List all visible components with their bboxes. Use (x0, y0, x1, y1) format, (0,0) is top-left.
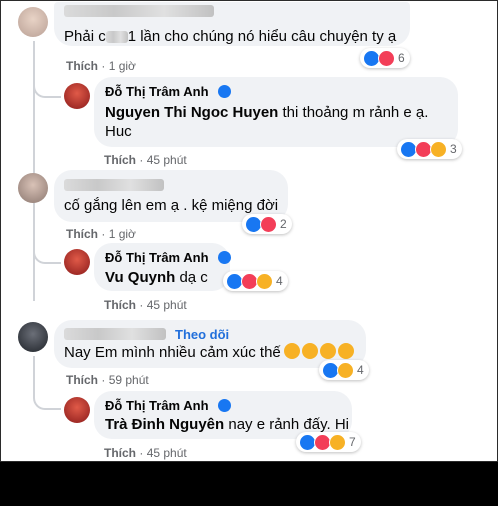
heart-icon (260, 215, 277, 233)
like-link[interactable]: Thích (104, 446, 136, 460)
timestamp[interactable]: 1 giờ (109, 227, 136, 241)
haha-icon (430, 140, 447, 158)
crying-emoji-icon (338, 343, 354, 359)
thinking-emoji-icon (302, 343, 318, 359)
like-link[interactable]: Thích (104, 153, 136, 167)
mention-link[interactable]: Nguyen Thi Ngoc Huyen (105, 104, 278, 121)
mention-link[interactable]: Trà Đinh Nguyên (105, 416, 224, 433)
follow-button[interactable]: Theo dõi (175, 327, 229, 342)
blurred-word (105, 31, 128, 44)
timestamp[interactable]: 45 phút (147, 153, 187, 167)
comment-meta: Thích · 1 giờ (66, 227, 136, 241)
sad-icon (337, 361, 354, 379)
thread-connector (33, 383, 61, 410)
timestamp[interactable]: 59 phút (109, 373, 149, 387)
inline-emojis (284, 343, 354, 359)
like-link[interactable]: Thích (66, 59, 98, 73)
verified-icon (218, 399, 231, 412)
author-name-blurred[interactable] (64, 328, 166, 340)
comment-text: Nguyen Thi Ngoc Huyen thi thoảng m rảnh … (105, 104, 429, 121)
comment-text-line2: Huc (105, 123, 132, 140)
avatar[interactable] (18, 7, 48, 37)
thread-connector (33, 237, 61, 264)
comment-thread: Phải c1 lần cho chúng nó hiểu câu chuyện… (0, 0, 498, 462)
comment-text: Trà Đinh Nguyên nay e rảnh đấy. Hi (105, 416, 349, 433)
comment-text: cố gắng lên em ạ . kệ miệng đời (64, 197, 279, 214)
reaction-count: 4 (357, 363, 364, 377)
heart-icon (378, 49, 395, 67)
reaction-summary[interactable]: 2 (242, 214, 292, 234)
reaction-count: 4 (276, 274, 283, 288)
comment-meta: Thích · 45 phút (104, 446, 187, 460)
comment-text: Nay Em mình nhiều cảm xúc thế (64, 344, 281, 361)
haha-icon (256, 272, 273, 290)
black-bar (0, 462, 498, 506)
timestamp[interactable]: 45 phút (147, 298, 187, 312)
like-link[interactable]: Thích (104, 298, 136, 312)
reaction-summary[interactable]: 4 (319, 360, 369, 380)
verified-icon (218, 251, 231, 264)
like-link[interactable]: Thích (66, 373, 98, 387)
comment-text: Vu Quynh dạ c (105, 269, 208, 286)
author-name[interactable]: Đỗ Thị Trâm Anh (105, 84, 209, 99)
reaction-count: 2 (280, 217, 287, 231)
comment-meta: Thích · 1 giờ (66, 59, 136, 73)
author-name-blurred[interactable] (64, 179, 164, 191)
avatar[interactable] (18, 173, 48, 203)
reaction-summary[interactable]: 4 (223, 271, 288, 291)
timestamp[interactable]: 45 phút (147, 446, 187, 460)
comment-text: Phải c1 lần cho chúng nó hiểu câu chuyện… (64, 28, 397, 45)
mention-link[interactable]: Vu Quynh (105, 269, 175, 286)
reaction-count: 3 (450, 142, 457, 156)
thread-connector (33, 71, 61, 98)
reaction-summary[interactable]: 6 (360, 48, 410, 68)
author-name-blurred[interactable] (64, 5, 214, 17)
comment-meta: Thích · 59 phút (66, 373, 149, 387)
like-link[interactable]: Thích (66, 227, 98, 241)
avatar[interactable] (64, 397, 90, 423)
thread-line (33, 356, 35, 386)
author-name[interactable]: Đỗ Thị Trâm Anh (105, 250, 209, 265)
thinking-emoji-icon (284, 343, 300, 359)
reaction-count: 6 (398, 51, 405, 65)
reaction-summary[interactable]: 7 (296, 432, 361, 452)
avatar[interactable] (64, 83, 90, 109)
haha-icon (329, 433, 346, 451)
author-name[interactable]: Đỗ Thị Trâm Anh (105, 398, 209, 413)
verified-icon (218, 85, 231, 98)
timestamp[interactable]: 1 giờ (109, 59, 136, 73)
comment-meta: Thích · 45 phút (104, 153, 187, 167)
reaction-summary[interactable]: 3 (397, 139, 462, 159)
avatar[interactable] (64, 249, 90, 275)
crying-emoji-icon (320, 343, 336, 359)
avatar[interactable] (18, 322, 48, 352)
comment-meta: Thích · 45 phút (104, 298, 187, 312)
reaction-count: 7 (349, 435, 356, 449)
